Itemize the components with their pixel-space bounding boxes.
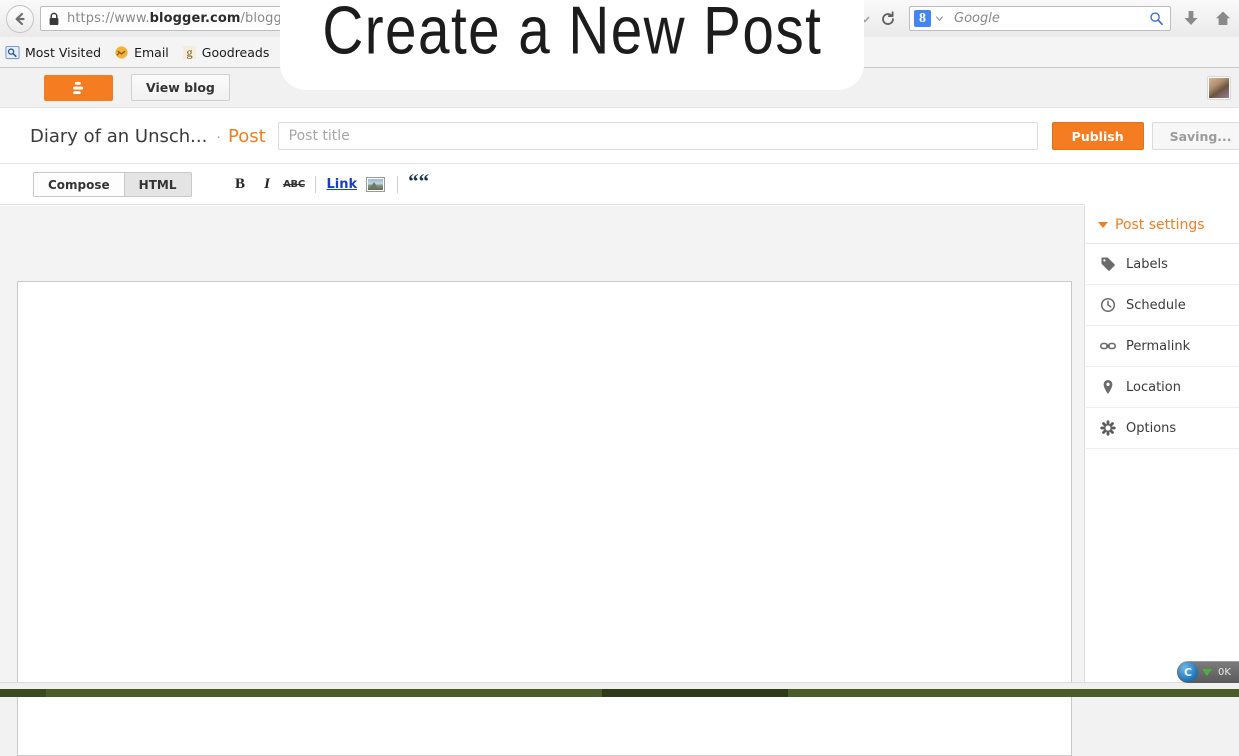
google-icon: 8 xyxy=(914,10,931,27)
bookmark-email[interactable]: Email xyxy=(114,45,169,60)
down-arrow-icon xyxy=(1202,669,1212,676)
blockquote-label: ““ xyxy=(408,171,429,192)
breadcrumb-separator: · xyxy=(216,128,221,144)
bookmark-label: Most Visited xyxy=(25,45,101,60)
tab-html-label: HTML xyxy=(139,178,177,192)
bookmark-most-visited[interactable]: Most Visited xyxy=(5,45,101,60)
email-icon xyxy=(114,45,129,60)
view-blog-button[interactable]: View blog xyxy=(131,74,230,101)
home-icon[interactable] xyxy=(1215,10,1231,27)
avatar[interactable] xyxy=(1208,77,1230,99)
taskbar xyxy=(0,689,1239,697)
download-arrow-icon[interactable] xyxy=(1183,10,1199,27)
blog-title: Diary of an Unsch... xyxy=(30,126,207,147)
bold-label: B xyxy=(235,176,245,193)
tag-icon xyxy=(1099,256,1116,273)
padlock-icon xyxy=(48,12,60,26)
back-button[interactable] xyxy=(6,5,34,33)
blogger-logo-button[interactable] xyxy=(44,75,113,101)
strikethrough-label: ABC xyxy=(283,179,305,190)
post-settings-panel: Post settings Labels Schedule xyxy=(1086,206,1239,697)
search-icon[interactable] xyxy=(1149,11,1164,26)
location-pin-icon xyxy=(1099,379,1116,396)
editor-toolbar: Compose HTML B I ABC Link ““ xyxy=(0,165,1085,205)
search-engine-chevron-down-icon[interactable] xyxy=(935,14,944,23)
post-title-placeholder: Post title xyxy=(289,128,350,144)
tab-compose-label: Compose xyxy=(48,178,110,192)
link-label: Link xyxy=(327,177,358,192)
tab-html[interactable]: HTML xyxy=(124,173,191,196)
sidebar-item-label: Location xyxy=(1126,380,1181,395)
publish-label: Publish xyxy=(1072,129,1124,144)
post-title-input[interactable]: Post title xyxy=(278,122,1038,150)
editor-mode-group: Compose HTML xyxy=(33,172,192,197)
post-header-bar: Diary of an Unsch... · Post Post title P… xyxy=(0,109,1239,164)
bookmark-goodreads[interactable]: g Goodreads xyxy=(182,45,270,60)
search-bar[interactable]: 8 Google xyxy=(909,6,1171,31)
post-settings-title: Post settings xyxy=(1115,217,1205,233)
sidebar-item-label: Options xyxy=(1126,421,1176,436)
bold-button[interactable]: B xyxy=(227,173,254,197)
taskbar-segment xyxy=(788,689,1239,697)
goodreads-icon: g xyxy=(182,45,197,60)
download-speed-label: 0K xyxy=(1218,667,1231,678)
link-button[interactable]: Link xyxy=(323,177,362,192)
overlay-title-card: Create a New Post xyxy=(280,0,864,90)
blogger-logo-icon xyxy=(70,79,88,97)
reload-icon[interactable] xyxy=(880,11,896,27)
horizontal-scrollbar[interactable] xyxy=(0,682,1239,689)
svg-text:g: g xyxy=(186,45,192,59)
formatting-toolbar: B I ABC Link ““ xyxy=(227,173,433,197)
sidebar-item-labels[interactable]: Labels xyxy=(1086,244,1239,285)
sidebar-item-options[interactable]: Options xyxy=(1086,408,1239,449)
post-settings-header[interactable]: Post settings xyxy=(1086,206,1239,244)
toolbar-divider xyxy=(315,176,316,193)
publish-button[interactable]: Publish xyxy=(1052,122,1144,150)
bookmark-label: Email xyxy=(134,45,169,60)
strikethrough-button[interactable]: ABC xyxy=(281,173,308,197)
taskbar-segment xyxy=(46,689,602,697)
gear-icon xyxy=(1099,420,1116,437)
italic-label: I xyxy=(264,176,270,193)
blogger-application: View blog Diary of an Unsch... · Post Po… xyxy=(0,68,1239,697)
overlay-title-text: Create a New Post xyxy=(322,0,822,90)
italic-button[interactable]: I xyxy=(254,173,281,197)
save-status-button[interactable]: Saving... xyxy=(1152,122,1239,150)
sidebar-item-label: Permalink xyxy=(1126,339,1190,354)
taskbar-segment xyxy=(0,689,46,697)
view-blog-label: View blog xyxy=(146,80,215,95)
sidebar-item-schedule[interactable]: Schedule xyxy=(1086,285,1239,326)
chevron-down-icon xyxy=(1098,222,1108,228)
bookmark-label: Goodreads xyxy=(202,45,270,60)
tab-compose[interactable]: Compose xyxy=(34,173,124,196)
sidebar-item-label: Schedule xyxy=(1126,298,1186,313)
taskbar-segment xyxy=(602,689,788,697)
most-visited-icon xyxy=(5,45,20,60)
download-status-widget[interactable]: C 0K xyxy=(1177,661,1239,683)
search-input[interactable]: Google xyxy=(954,11,1000,26)
clock-icon xyxy=(1099,297,1116,314)
blockquote-button[interactable]: ““ xyxy=(405,173,432,197)
editor-area xyxy=(0,206,1085,697)
cs-circle-icon: C xyxy=(1178,662,1198,682)
toolbar-divider xyxy=(397,176,398,193)
sidebar-item-label: Labels xyxy=(1126,257,1168,272)
insert-image-icon[interactable] xyxy=(366,177,385,192)
save-status-label: Saving... xyxy=(1170,129,1232,144)
sidebar-item-location[interactable]: Location xyxy=(1086,367,1239,408)
breadcrumb-current: Post xyxy=(228,126,266,147)
browser-action-icons xyxy=(1171,10,1239,27)
back-arrow-icon xyxy=(12,11,28,27)
sidebar-item-permalink[interactable]: Permalink xyxy=(1086,326,1239,367)
link-icon xyxy=(1099,338,1116,355)
